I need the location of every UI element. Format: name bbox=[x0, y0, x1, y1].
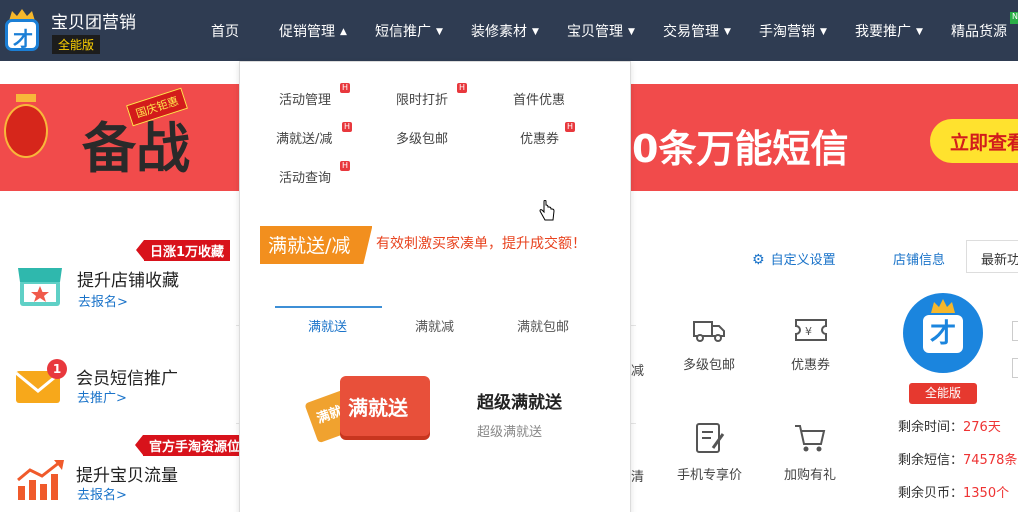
tool-coupon[interactable]: ¥ 优惠券 bbox=[791, 316, 830, 373]
nav-item-management[interactable]: 宝贝管理 ▼ bbox=[567, 21, 635, 41]
lantern-icon bbox=[4, 104, 48, 158]
card-title: 超级满就送 bbox=[477, 393, 562, 413]
nav-mobile-marketing[interactable]: 手淘营销 ▼ bbox=[759, 21, 827, 41]
caret-up-icon: ▲ bbox=[340, 27, 347, 37]
hot-icon: H bbox=[340, 83, 350, 93]
tab-spend-reduce[interactable]: 满就减 bbox=[415, 316, 454, 335]
feature-signup-link[interactable]: 去报名> bbox=[77, 484, 127, 503]
brand-name: 宝贝团营销 bbox=[51, 13, 136, 33]
remaining-sms: 剩余短信：74578条 bbox=[898, 453, 1018, 468]
hot-icon: H bbox=[457, 83, 467, 93]
promo-title-flag: 满就送/减 bbox=[260, 226, 373, 264]
shop-avatar[interactable]: 才 bbox=[903, 293, 983, 373]
custom-settings-link[interactable]: ⚙ 自定义设置 bbox=[752, 249, 836, 268]
menu-item-coupon[interactable]: 优惠券 bbox=[520, 128, 559, 147]
edition-badge: 全能版 bbox=[52, 35, 101, 54]
menu-item-multi-level-free-shipping[interactable]: 多级包邮 bbox=[396, 128, 448, 147]
spend-gift-card-image[interactable]: 满就 满就送 bbox=[304, 376, 436, 446]
feature-title: 提升店铺收藏 bbox=[77, 271, 179, 291]
notification-badge: 1 bbox=[47, 359, 67, 379]
nav-trade-management[interactable]: 交易管理 ▼ bbox=[663, 21, 731, 41]
card-subtitle: 超级满就送 bbox=[477, 425, 543, 440]
growth-chart-icon bbox=[17, 460, 64, 500]
coupon-icon: ¥ bbox=[794, 319, 827, 341]
shop-icon bbox=[18, 268, 62, 306]
hot-icon: H bbox=[342, 122, 352, 132]
feature-promote-link[interactable]: 去推广> bbox=[77, 387, 127, 406]
top-navigation-bar: 才 宝贝团营销 全能版 首页 促销管理 ▲ 短信推广 ▼ 装修素材 ▼ 宝贝管理 ▼ 交… bbox=[0, 0, 1018, 61]
cart-icon bbox=[795, 425, 826, 452]
banner-sms-text: 0条万能短信 bbox=[632, 127, 849, 171]
promotion-dropdown-menu: 活动管理 H 限时打折 H 首件优惠 满就送/减 H 多级包邮 优惠券 H 活动… bbox=[239, 61, 631, 512]
tool-label-partial: 减 bbox=[631, 364, 645, 379]
side-control[interactable] bbox=[1012, 321, 1018, 341]
nav-my-promotion[interactable]: 我要推广 ▼ bbox=[855, 21, 923, 41]
menu-item-limited-discount[interactable]: 限时打折 bbox=[396, 89, 448, 108]
tool-add-to-cart-gift[interactable]: 加购有礼 bbox=[784, 422, 836, 483]
banner-view-button[interactable]: 立即查看 bbox=[930, 119, 1018, 163]
active-tab-indicator bbox=[275, 306, 382, 308]
caret-down-icon: ▼ bbox=[820, 27, 827, 37]
nav-home[interactable]: 首页 bbox=[211, 21, 239, 41]
feature-tag: 日涨1万收藏 bbox=[135, 240, 231, 261]
hot-icon: H bbox=[565, 122, 575, 132]
caret-down-icon: ▼ bbox=[724, 27, 731, 37]
menu-item-activity-management[interactable]: 活动管理 bbox=[279, 89, 331, 108]
tool-multi-free-shipping[interactable]: 多级包邮 bbox=[683, 316, 735, 373]
caret-down-icon: ▼ bbox=[436, 27, 443, 37]
tab-spend-gift[interactable]: 满就送 bbox=[308, 316, 347, 335]
hot-icon: H bbox=[340, 161, 350, 171]
tool-label-partial: 清 bbox=[631, 470, 645, 485]
nav-decoration-materials[interactable]: 装修素材 ▼ bbox=[471, 21, 539, 41]
svg-text:¥: ¥ bbox=[805, 325, 812, 338]
remaining-time: 剩余时间：276天 bbox=[898, 420, 1001, 435]
edition-button[interactable]: 全能版 bbox=[909, 383, 977, 404]
tool-mobile-exclusive-price[interactable]: 手机专享价 bbox=[677, 422, 742, 483]
promo-description: 有效刺激买家凑单，提升成交额！ bbox=[376, 236, 586, 252]
caret-down-icon: ▼ bbox=[532, 27, 539, 37]
menu-item-activity-query[interactable]: 活动查询 bbox=[279, 167, 331, 186]
brand-logo[interactable]: 才 bbox=[5, 9, 39, 51]
feature-tag: 官方手淘资源位 bbox=[134, 435, 247, 456]
tab-spend-free-shipping[interactable]: 满就包邮 bbox=[517, 316, 569, 335]
feature-title: 提升宝贝流量 bbox=[76, 466, 178, 486]
edit-document-icon bbox=[695, 423, 724, 453]
nav-premium-sourcing[interactable]: 精品货源 bbox=[951, 21, 1007, 41]
truck-icon bbox=[693, 321, 725, 342]
caret-down-icon: ▼ bbox=[628, 27, 635, 37]
gear-icon: ⚙ bbox=[752, 252, 765, 268]
new-tag: N bbox=[1010, 12, 1018, 24]
feature-title: 会员短信推广 bbox=[76, 369, 178, 389]
nav-promotion-management[interactable]: 促销管理 ▲ bbox=[279, 21, 347, 41]
menu-item-first-item-discount[interactable]: 首件优惠 bbox=[513, 89, 565, 108]
menu-item-spend-gift-reduce[interactable]: 满就送/减 bbox=[276, 128, 332, 147]
shop-info-tab[interactable]: 店铺信息 bbox=[893, 249, 945, 268]
latest-features-tab[interactable]: 最新功能 bbox=[966, 240, 1018, 273]
side-control[interactable] bbox=[1012, 358, 1018, 378]
crown-icon bbox=[931, 299, 955, 313]
nav-sms-promotion[interactable]: 短信推广 ▼ bbox=[375, 21, 443, 41]
caret-down-icon: ▼ bbox=[916, 27, 923, 37]
hand-cursor-icon bbox=[539, 200, 555, 221]
feature-signup-link[interactable]: 去报名> bbox=[78, 291, 128, 310]
remaining-coins: 剩余贝币：1350个 bbox=[898, 486, 1010, 501]
